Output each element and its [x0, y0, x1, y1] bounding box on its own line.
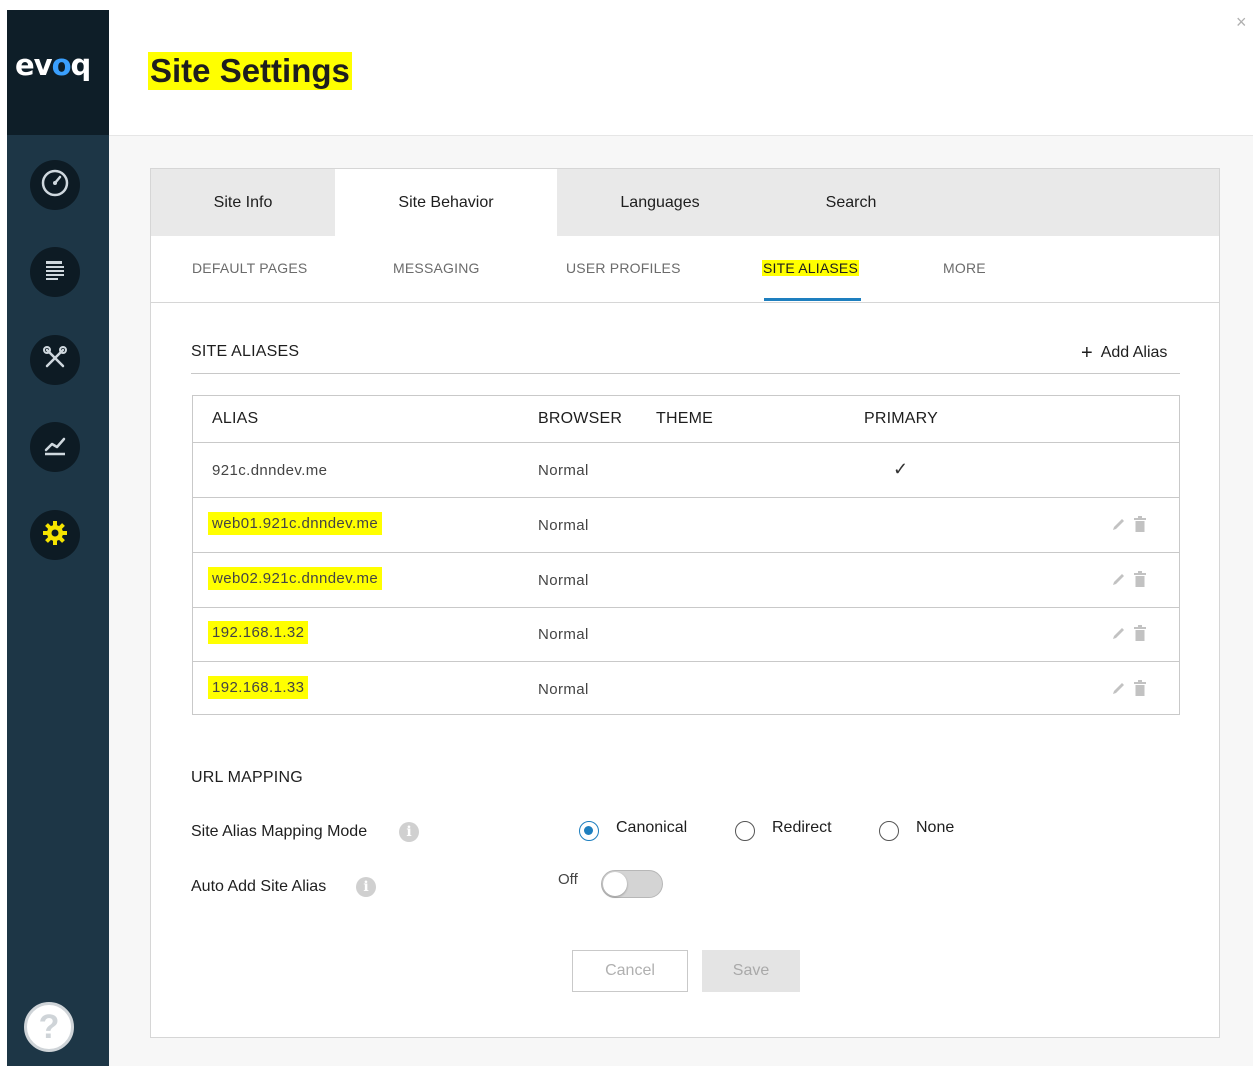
gauge-icon: [40, 168, 70, 203]
browser-cell: Normal: [538, 517, 589, 534]
primary-check-icon: ✓: [893, 459, 909, 479]
toggle-state-label: Off: [558, 871, 578, 888]
highlighted-alias: web02.921c.dnndev.me: [208, 567, 383, 590]
column-header-browser: BROWSER: [538, 410, 623, 427]
evoq-logo[interactable]: evoq: [15, 48, 91, 82]
page-title: Site Settings: [148, 52, 352, 90]
toggle-knob: [603, 872, 627, 896]
sidebar-item-insights[interactable]: [30, 422, 80, 472]
browser-cell: Normal: [538, 681, 589, 698]
alias-cell: web01.921c.dnndev.me: [208, 512, 383, 535]
alias-cell: 921c.dnndev.me: [212, 462, 328, 479]
sidebar-item-manage[interactable]: [30, 335, 80, 385]
edit-icon[interactable]: [1111, 625, 1127, 641]
row-actions: [1111, 625, 1151, 643]
active-subtab-indicator: [764, 298, 861, 301]
delete-icon[interactable]: [1133, 571, 1147, 587]
help-icon: ?: [38, 1007, 60, 1046]
close-icon[interactable]: ×: [1236, 12, 1247, 33]
save-button[interactable]: Save: [702, 950, 800, 992]
browser-cell: Normal: [538, 572, 589, 589]
content-list-icon: [40, 255, 70, 290]
add-alias-button[interactable]: + Add Alias: [1081, 342, 1167, 365]
main-tabs: Site Info Site Behavior Languages Search: [151, 169, 1219, 236]
settings-panel: Site Info Site Behavior Languages Search…: [150, 168, 1220, 1038]
column-header-primary: PRIMARY: [864, 410, 939, 427]
edit-icon[interactable]: [1111, 571, 1127, 587]
subtab-default-pages[interactable]: DEFAULT PAGES: [192, 260, 307, 276]
delete-icon[interactable]: [1133, 625, 1147, 641]
radio-none[interactable]: [879, 821, 899, 841]
tab-site-behavior[interactable]: Site Behavior: [335, 169, 557, 236]
mapping-mode-label: Site Alias Mapping Mode: [191, 823, 368, 840]
column-header-theme: THEME: [656, 410, 713, 427]
subtab-more[interactable]: MORE: [943, 260, 986, 276]
subtab-site-aliases[interactable]: SITE ALIASES: [762, 260, 859, 276]
sidebar-item-content[interactable]: [30, 247, 80, 297]
row-actions: [1111, 680, 1151, 698]
alias-cell: 192.168.1.33: [208, 676, 309, 699]
table-row: web02.921c.dnndev.me Normal: [193, 553, 1179, 608]
highlighted-alias: 192.168.1.33: [208, 676, 309, 699]
tab-languages[interactable]: Languages: [557, 169, 763, 236]
subtab-messaging[interactable]: MESSAGING: [393, 260, 480, 276]
info-icon[interactable]: i: [399, 822, 419, 842]
site-aliases-table: ALIAS BROWSER THEME PRIMARY 921c.dnndev.…: [192, 395, 1180, 715]
add-alias-label: Add Alias: [1100, 344, 1168, 361]
highlighted-alias: web01.921c.dnndev.me: [208, 512, 383, 535]
column-header-alias: ALIAS: [212, 410, 259, 427]
browser-cell: Normal: [538, 626, 589, 643]
table-header: ALIAS BROWSER THEME PRIMARY: [193, 396, 1179, 443]
highlighted-alias: 192.168.1.32: [208, 621, 309, 644]
table-row: 192.168.1.32 Normal: [193, 607, 1179, 662]
browser-cell: Normal: [538, 462, 589, 479]
radio-canonical-label: Canonical: [616, 819, 688, 836]
section-divider: [191, 373, 1180, 374]
tab-search[interactable]: Search: [763, 169, 939, 236]
alias-cell: 192.168.1.32: [208, 621, 309, 644]
info-icon[interactable]: i: [356, 877, 376, 897]
table-row: 192.168.1.33 Normal: [193, 662, 1179, 716]
sub-tabs: DEFAULT PAGES MESSAGING USER PROFILES SI…: [151, 236, 1219, 303]
radio-redirect[interactable]: [735, 821, 755, 841]
plus-icon: +: [1081, 342, 1093, 364]
cancel-button[interactable]: Cancel: [572, 950, 688, 992]
delete-icon[interactable]: [1133, 680, 1147, 696]
row-actions: [1111, 516, 1151, 534]
alias-cell: web02.921c.dnndev.me: [208, 567, 383, 590]
edit-icon[interactable]: [1111, 516, 1127, 532]
sidebar-item-settings[interactable]: [30, 510, 80, 560]
sidebar: evoq: [7, 10, 109, 1066]
delete-icon[interactable]: [1133, 516, 1147, 532]
row-actions: [1111, 571, 1151, 589]
tools-icon: [40, 343, 70, 378]
auto-add-toggle[interactable]: [601, 870, 663, 898]
edit-icon[interactable]: [1111, 680, 1127, 696]
radio-redirect-label: Redirect: [772, 819, 832, 836]
sidebar-item-dashboard[interactable]: [30, 160, 80, 210]
table-row: 921c.dnndev.me Normal ✓: [193, 443, 1179, 498]
table-row: web01.921c.dnndev.me Normal: [193, 498, 1179, 553]
logo-area: evoq: [7, 10, 109, 135]
help-button[interactable]: ?: [24, 1002, 74, 1052]
radio-canonical[interactable]: [579, 821, 599, 841]
radio-none-label: None: [916, 819, 955, 836]
tab-site-info[interactable]: Site Info: [151, 169, 335, 236]
gear-icon: [40, 518, 70, 553]
url-mapping-title: URL MAPPING: [191, 769, 303, 786]
subtab-user-profiles[interactable]: USER PROFILES: [566, 260, 681, 276]
chart-icon: [40, 430, 70, 465]
auto-add-label: Auto Add Site Alias: [191, 878, 327, 895]
site-aliases-title: SITE ALIASES: [191, 343, 300, 360]
